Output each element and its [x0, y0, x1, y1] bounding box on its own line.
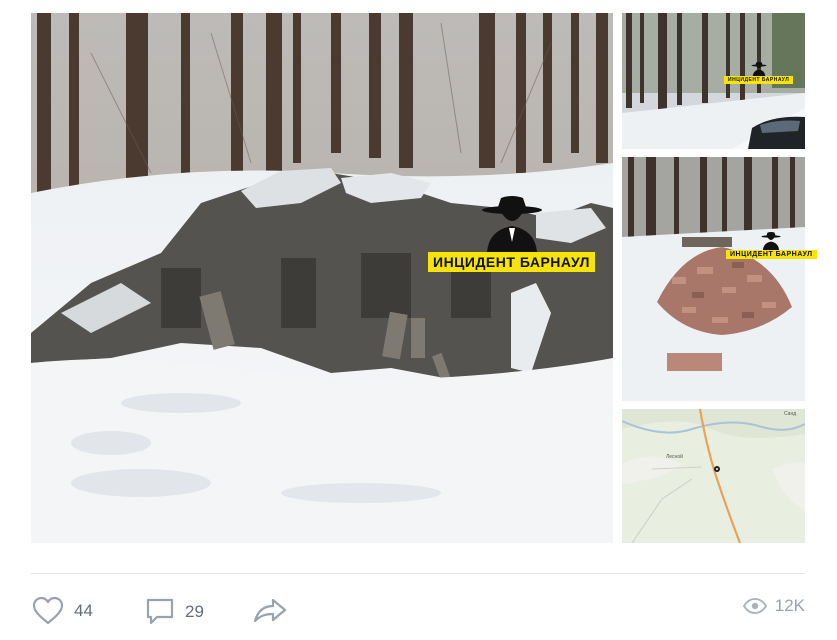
- watermark-side1: ИНЦИДЕНТ БАРНАУЛ: [724, 62, 794, 84]
- watermark-main: ИНЦИДЕНТ БАРНАУЛ: [428, 196, 595, 272]
- comment-count: 29: [185, 602, 204, 621]
- side-photo-2-image: [622, 157, 805, 401]
- like-count: 44: [74, 601, 93, 620]
- comment-bubble-icon: [146, 598, 174, 625]
- map-label-top-right: Санд: [784, 411, 797, 417]
- views-count: 12K: [774, 596, 805, 615]
- comment-button[interactable]: 29: [144, 596, 204, 628]
- watermark-side2-label: ИНЦИДЕНТ БАРНАУЛ: [726, 250, 817, 259]
- main-photo[interactable]: [31, 13, 613, 543]
- share-button[interactable]: [252, 596, 288, 626]
- main-photo-image: [31, 13, 613, 543]
- map-label-village: Лесной: [666, 454, 683, 460]
- spy-figure-small-icon: [751, 62, 767, 76]
- share-arrow-icon: [253, 598, 287, 623]
- divider: [31, 573, 805, 574]
- side-photo-brick-pile[interactable]: [622, 157, 805, 401]
- watermark-side2: ИНЦИДЕНТ БАРНАУЛ: [726, 232, 817, 259]
- side-photo-map[interactable]: Санд Лесной: [622, 409, 805, 543]
- spy-figure-icon: [481, 196, 542, 252]
- like-button[interactable]: 44: [31, 596, 93, 626]
- photo-gallery: ИНЦИДЕНТ БАРНАУЛ ИНЦИДЕНТ БАРНАУЛ ИНЦИДЕ…: [0, 0, 837, 560]
- watermark-label: ИНЦИДЕНТ БАРНАУЛ: [428, 252, 595, 272]
- watermark-side1-label: ИНЦИДЕНТ БАРНАУЛ: [724, 76, 794, 84]
- map-image: [622, 409, 805, 543]
- spy-figure-small-icon: [761, 232, 781, 250]
- heart-icon: [32, 596, 64, 625]
- views-counter: 12K: [742, 596, 805, 616]
- post-actions-bar: 44 29 12K: [31, 592, 805, 632]
- eye-icon: [742, 598, 767, 614]
